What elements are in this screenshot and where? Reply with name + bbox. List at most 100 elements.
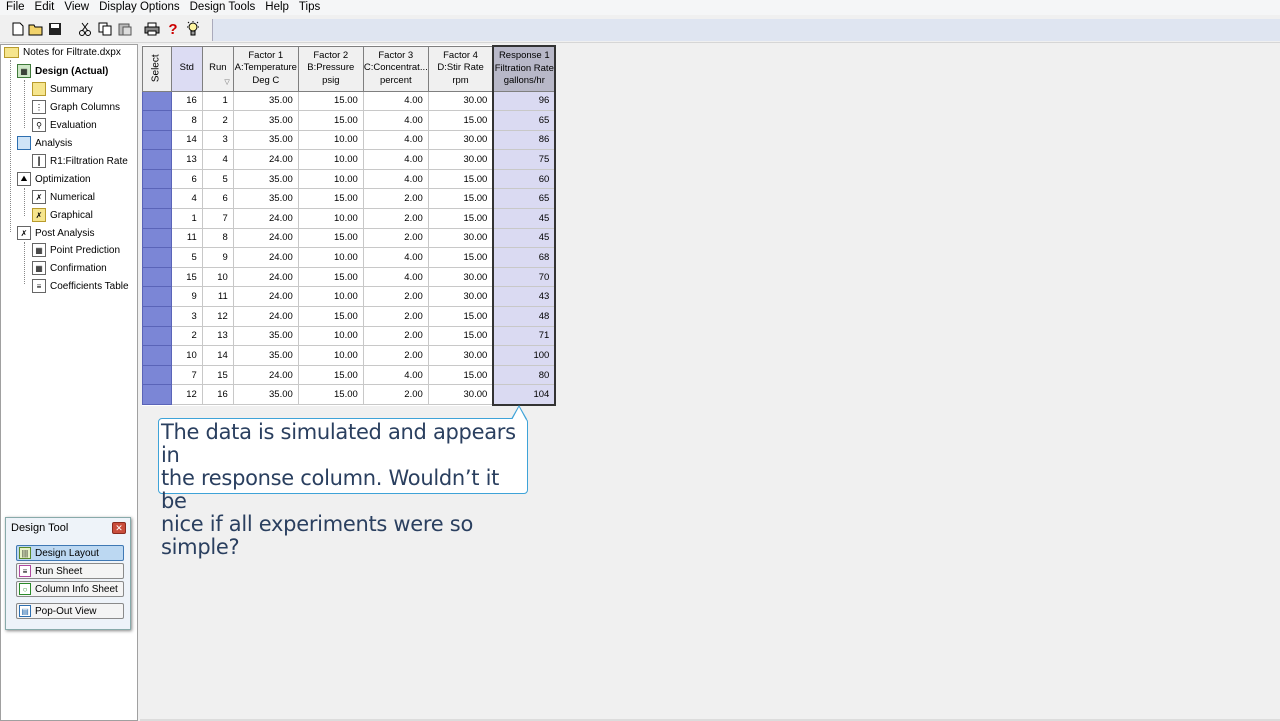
stir-rate-cell[interactable]: 15.00	[427, 325, 494, 347]
temperature-cell[interactable]: 24.00	[232, 306, 299, 327]
stir-rate-cell[interactable]: 30.00	[427, 286, 494, 308]
pressure-cell[interactable]: 15.00	[297, 110, 364, 131]
concentration-cell[interactable]: 4.00	[362, 149, 429, 170]
filtration-rate-cell[interactable]: 75	[492, 149, 557, 170]
stir-rate-cell[interactable]: 15.00	[427, 110, 494, 131]
menu-edit[interactable]: Edit	[30, 0, 60, 15]
filtration-rate-cell[interactable]: 65	[492, 110, 557, 131]
paste-icon[interactable]	[116, 20, 134, 38]
temperature-cell[interactable]: 24.00	[232, 149, 299, 170]
table-row[interactable]: 4 6 35.00 15.00 2.00 15.00 65	[142, 188, 557, 210]
select-column-header[interactable]: Select	[142, 45, 172, 92]
concentration-cell[interactable]: 2.00	[362, 208, 429, 229]
filtration-rate-cell[interactable]: 86	[492, 129, 557, 151]
stir-rate-cell[interactable]: 15.00	[427, 364, 494, 386]
run-cell[interactable]: 7	[201, 208, 234, 229]
std-cell[interactable]: 9	[170, 286, 203, 308]
run-cell[interactable]: 14	[201, 345, 234, 366]
menu-file[interactable]: File	[0, 0, 30, 15]
factor-2-header[interactable]: Factor 2 B:Pressure psig	[297, 45, 364, 92]
run-cell[interactable]: 11	[201, 286, 234, 308]
pressure-cell[interactable]: 15.00	[297, 227, 364, 249]
filtration-rate-cell[interactable]: 68	[492, 247, 557, 268]
std-cell[interactable]: 3	[170, 306, 203, 327]
filtration-rate-cell[interactable]: 104	[492, 384, 557, 406]
factor-1-header[interactable]: Factor 1 A:Temperature Deg C	[232, 45, 299, 92]
stir-rate-cell[interactable]: 15.00	[427, 247, 494, 268]
cut-icon[interactable]	[76, 20, 94, 38]
table-row[interactable]: 15 10 24.00 15.00 4.00 30.00 70	[142, 266, 557, 288]
tree-node-coefficients-table[interactable]: ≡ Coefficients Table	[32, 279, 129, 293]
concentration-cell[interactable]: 4.00	[362, 129, 429, 151]
run-cell[interactable]: 1	[201, 90, 234, 112]
copy-icon[interactable]	[96, 20, 114, 38]
std-cell[interactable]: 7	[170, 364, 203, 386]
row-select-cell[interactable]	[142, 306, 172, 327]
table-row[interactable]: 5 9 24.00 10.00 4.00 15.00 68	[142, 247, 557, 268]
filtration-rate-cell[interactable]: 80	[492, 364, 557, 386]
temperature-cell[interactable]: 35.00	[232, 110, 299, 131]
run-sheet-button[interactable]: ≡ Run Sheet	[16, 563, 124, 579]
menu-tips[interactable]: Tips	[294, 0, 325, 15]
run-cell[interactable]: 12	[201, 306, 234, 327]
temperature-cell[interactable]: 24.00	[232, 208, 299, 229]
std-cell[interactable]: 12	[170, 384, 203, 405]
filtration-rate-cell[interactable]: 100	[492, 345, 557, 366]
filtration-rate-cell[interactable]: 45	[492, 227, 557, 249]
table-row[interactable]: 1 7 24.00 10.00 2.00 15.00 45	[142, 208, 557, 229]
tree-node-optimization[interactable]: ⛰ Optimization	[17, 172, 91, 186]
run-cell[interactable]: 16	[201, 384, 234, 405]
pressure-cell[interactable]: 10.00	[297, 149, 364, 170]
row-select-cell[interactable]	[142, 247, 172, 268]
table-row[interactable]: 6 5 35.00 10.00 4.00 15.00 60	[142, 168, 557, 190]
pressure-cell[interactable]: 15.00	[297, 306, 364, 327]
concentration-cell[interactable]: 2.00	[362, 384, 429, 405]
std-cell[interactable]: 14	[170, 129, 203, 151]
factor-3-header[interactable]: Factor 3 C:Concentrat... percent	[362, 45, 429, 92]
filtration-rate-cell[interactable]: 70	[492, 266, 557, 288]
table-row[interactable]: 12 16 35.00 15.00 2.00 30.00 104	[142, 384, 557, 406]
print-icon[interactable]	[143, 20, 161, 38]
row-select-cell[interactable]	[142, 208, 172, 229]
stir-rate-cell[interactable]: 30.00	[427, 149, 494, 170]
pressure-cell[interactable]: 15.00	[297, 364, 364, 386]
stir-rate-cell[interactable]: 15.00	[427, 306, 494, 327]
tree-root[interactable]: Notes for Filtrate.dxpx	[4, 47, 121, 58]
stir-rate-cell[interactable]: 15.00	[427, 168, 494, 190]
run-cell[interactable]: 8	[201, 227, 234, 249]
help-icon[interactable]: ?	[164, 20, 182, 38]
factor-4-header[interactable]: Factor 4 D:Stir Rate rpm	[427, 45, 494, 92]
tree-node-numerical[interactable]: ✗ Numerical	[32, 190, 95, 204]
row-select-cell[interactable]	[142, 149, 172, 170]
temperature-cell[interactable]: 35.00	[232, 168, 299, 190]
table-row[interactable]: 13 4 24.00 10.00 4.00 30.00 75	[142, 149, 557, 170]
row-select-cell[interactable]	[142, 110, 172, 131]
concentration-cell[interactable]: 2.00	[362, 325, 429, 347]
table-row[interactable]: 3 12 24.00 15.00 2.00 15.00 48	[142, 306, 557, 327]
temperature-cell[interactable]: 24.00	[232, 227, 299, 249]
tree-node-graph-columns[interactable]: ⋮ Graph Columns	[32, 100, 120, 114]
tree-node-design[interactable]: ▦ Design (Actual)	[17, 64, 108, 78]
run-cell[interactable]: 3	[201, 129, 234, 151]
run-cell[interactable]: 6	[201, 188, 234, 210]
pressure-cell[interactable]: 15.00	[297, 90, 364, 112]
std-cell[interactable]: 4	[170, 188, 203, 210]
row-select-cell[interactable]	[142, 345, 172, 366]
filtration-rate-cell[interactable]: 43	[492, 286, 557, 308]
row-select-cell[interactable]	[142, 325, 172, 347]
pressure-cell[interactable]: 15.00	[297, 266, 364, 288]
response-1-header[interactable]: Response 1 Filtration Rate gallons/hr	[492, 45, 557, 92]
tree-node-post-analysis[interactable]: ✗ Post Analysis	[17, 226, 94, 240]
std-cell[interactable]: 10	[170, 345, 203, 366]
table-row[interactable]: 9 11 24.00 10.00 2.00 30.00 43	[142, 286, 557, 308]
tree-node-graphical[interactable]: ✗ Graphical	[32, 208, 93, 222]
filtration-rate-cell[interactable]: 48	[492, 306, 557, 327]
std-cell[interactable]: 11	[170, 227, 203, 249]
std-cell[interactable]: 8	[170, 110, 203, 131]
pressure-cell[interactable]: 10.00	[297, 345, 364, 366]
run-cell[interactable]: 4	[201, 149, 234, 170]
tree-node-evaluation[interactable]: ⚲ Evaluation	[32, 118, 97, 132]
temperature-cell[interactable]: 35.00	[232, 129, 299, 151]
table-row[interactable]: 11 8 24.00 15.00 2.00 30.00 45	[142, 227, 557, 249]
temperature-cell[interactable]: 24.00	[232, 266, 299, 288]
